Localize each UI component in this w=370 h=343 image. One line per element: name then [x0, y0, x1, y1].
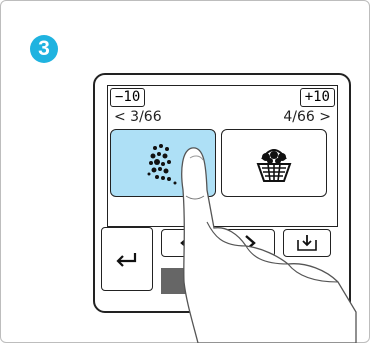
memory-button[interactable] — [283, 229, 331, 257]
chevron-left-icon — [180, 235, 191, 251]
step-number-badge: 3 — [30, 35, 58, 63]
machine-control-panel: −10 +10 < 3/66 4/66 > — [93, 73, 351, 313]
flower-basket-pattern-icon — [256, 149, 292, 182]
snowflake-pattern-icon — [147, 144, 177, 185]
next-page-indicator[interactable]: 4/66 > — [283, 109, 331, 125]
return-arrow-icon — [116, 253, 137, 267]
pattern-tile-flower-basket[interactable] — [221, 129, 327, 197]
page-plus-10-button[interactable]: +10 — [299, 88, 335, 107]
back-button[interactable] — [101, 227, 153, 291]
lcd-screen: −10 +10 < 3/66 4/66 > — [107, 85, 338, 227]
embroidery-tab[interactable] — [161, 268, 273, 294]
save-to-memory-icon — [297, 235, 317, 251]
page-minus-10-button[interactable]: −10 — [110, 88, 146, 107]
chevron-right-icon — [245, 235, 256, 251]
control-button-area — [95, 227, 349, 311]
next-pattern-button[interactable] — [225, 229, 275, 257]
previous-page-indicator[interactable]: < 3/66 — [114, 109, 162, 125]
embroidery-hoop-icon — [185, 270, 207, 292]
previous-pattern-button[interactable] — [161, 229, 211, 257]
pattern-tile-snowflake[interactable] — [110, 129, 216, 197]
